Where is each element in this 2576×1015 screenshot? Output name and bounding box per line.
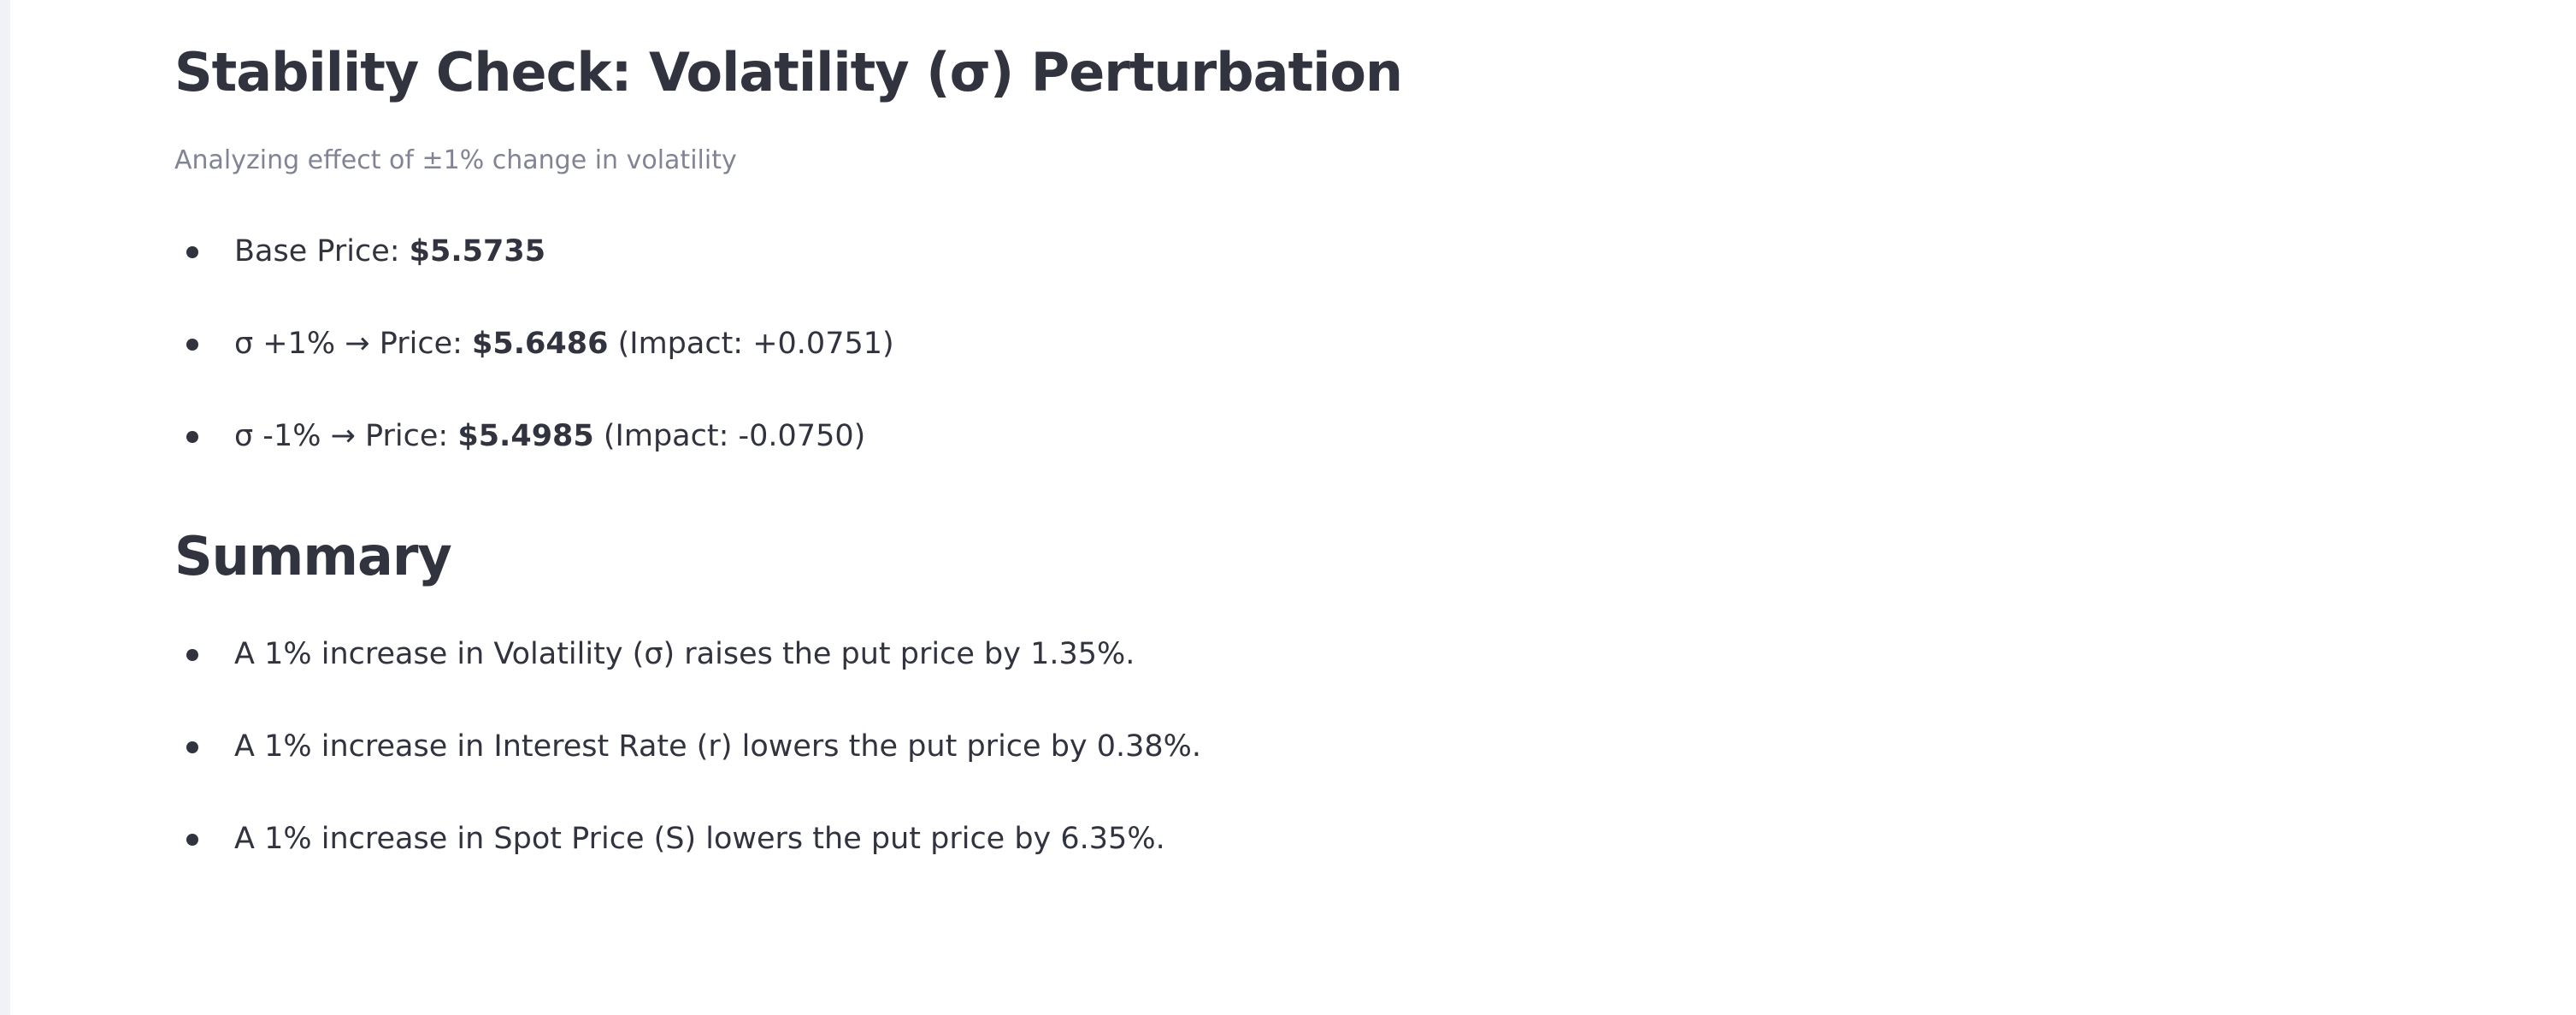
item-label: σ -1% → Price: [234, 419, 458, 453]
summary-interest-rate-text: A 1% increase in Interest Rate (r) lower… [234, 729, 1202, 764]
summary-title: Summary [174, 525, 452, 587]
item-impact: (Impact: +0.0751) [608, 327, 894, 361]
bullet-dot-icon [186, 431, 198, 443]
bullet-dot-icon [186, 246, 198, 258]
sigma-down-text: σ -1% → Price: $5.4985 (Impact: -0.0750) [234, 412, 865, 460]
item-label: σ +1% → Price: [234, 327, 473, 361]
bullet-dot-icon [186, 741, 198, 753]
summary-spot-price-text: A 1% increase in Spot Price (S) lowers t… [234, 822, 1165, 856]
sidebar-edge [0, 0, 10, 1015]
sigma-up-text: σ +1% → Price: $5.6486 (Impact: +0.0751) [234, 320, 894, 368]
item-price: $5.6486 [472, 327, 609, 361]
bullet-dot-icon [186, 339, 198, 351]
item-label: Base Price: [234, 234, 410, 269]
item-impact: (Impact: -0.0750) [593, 419, 866, 453]
item-price: $5.4985 [457, 419, 594, 453]
page-title: Stability Check: Volatility (σ) Perturba… [174, 41, 1403, 103]
main-content: Stability Check: Volatility (σ) Perturba… [174, 0, 2483, 1015]
item-price: $5.5735 [409, 234, 546, 269]
bullet-dot-icon [186, 834, 198, 846]
page-caption: Analyzing effect of ±1% change in volati… [174, 145, 737, 175]
summary-volatility-text: A 1% increase in Volatility (σ) raises t… [234, 637, 1135, 671]
base-price-text: Base Price: $5.5735 [234, 227, 545, 275]
bullet-dot-icon [186, 649, 198, 661]
